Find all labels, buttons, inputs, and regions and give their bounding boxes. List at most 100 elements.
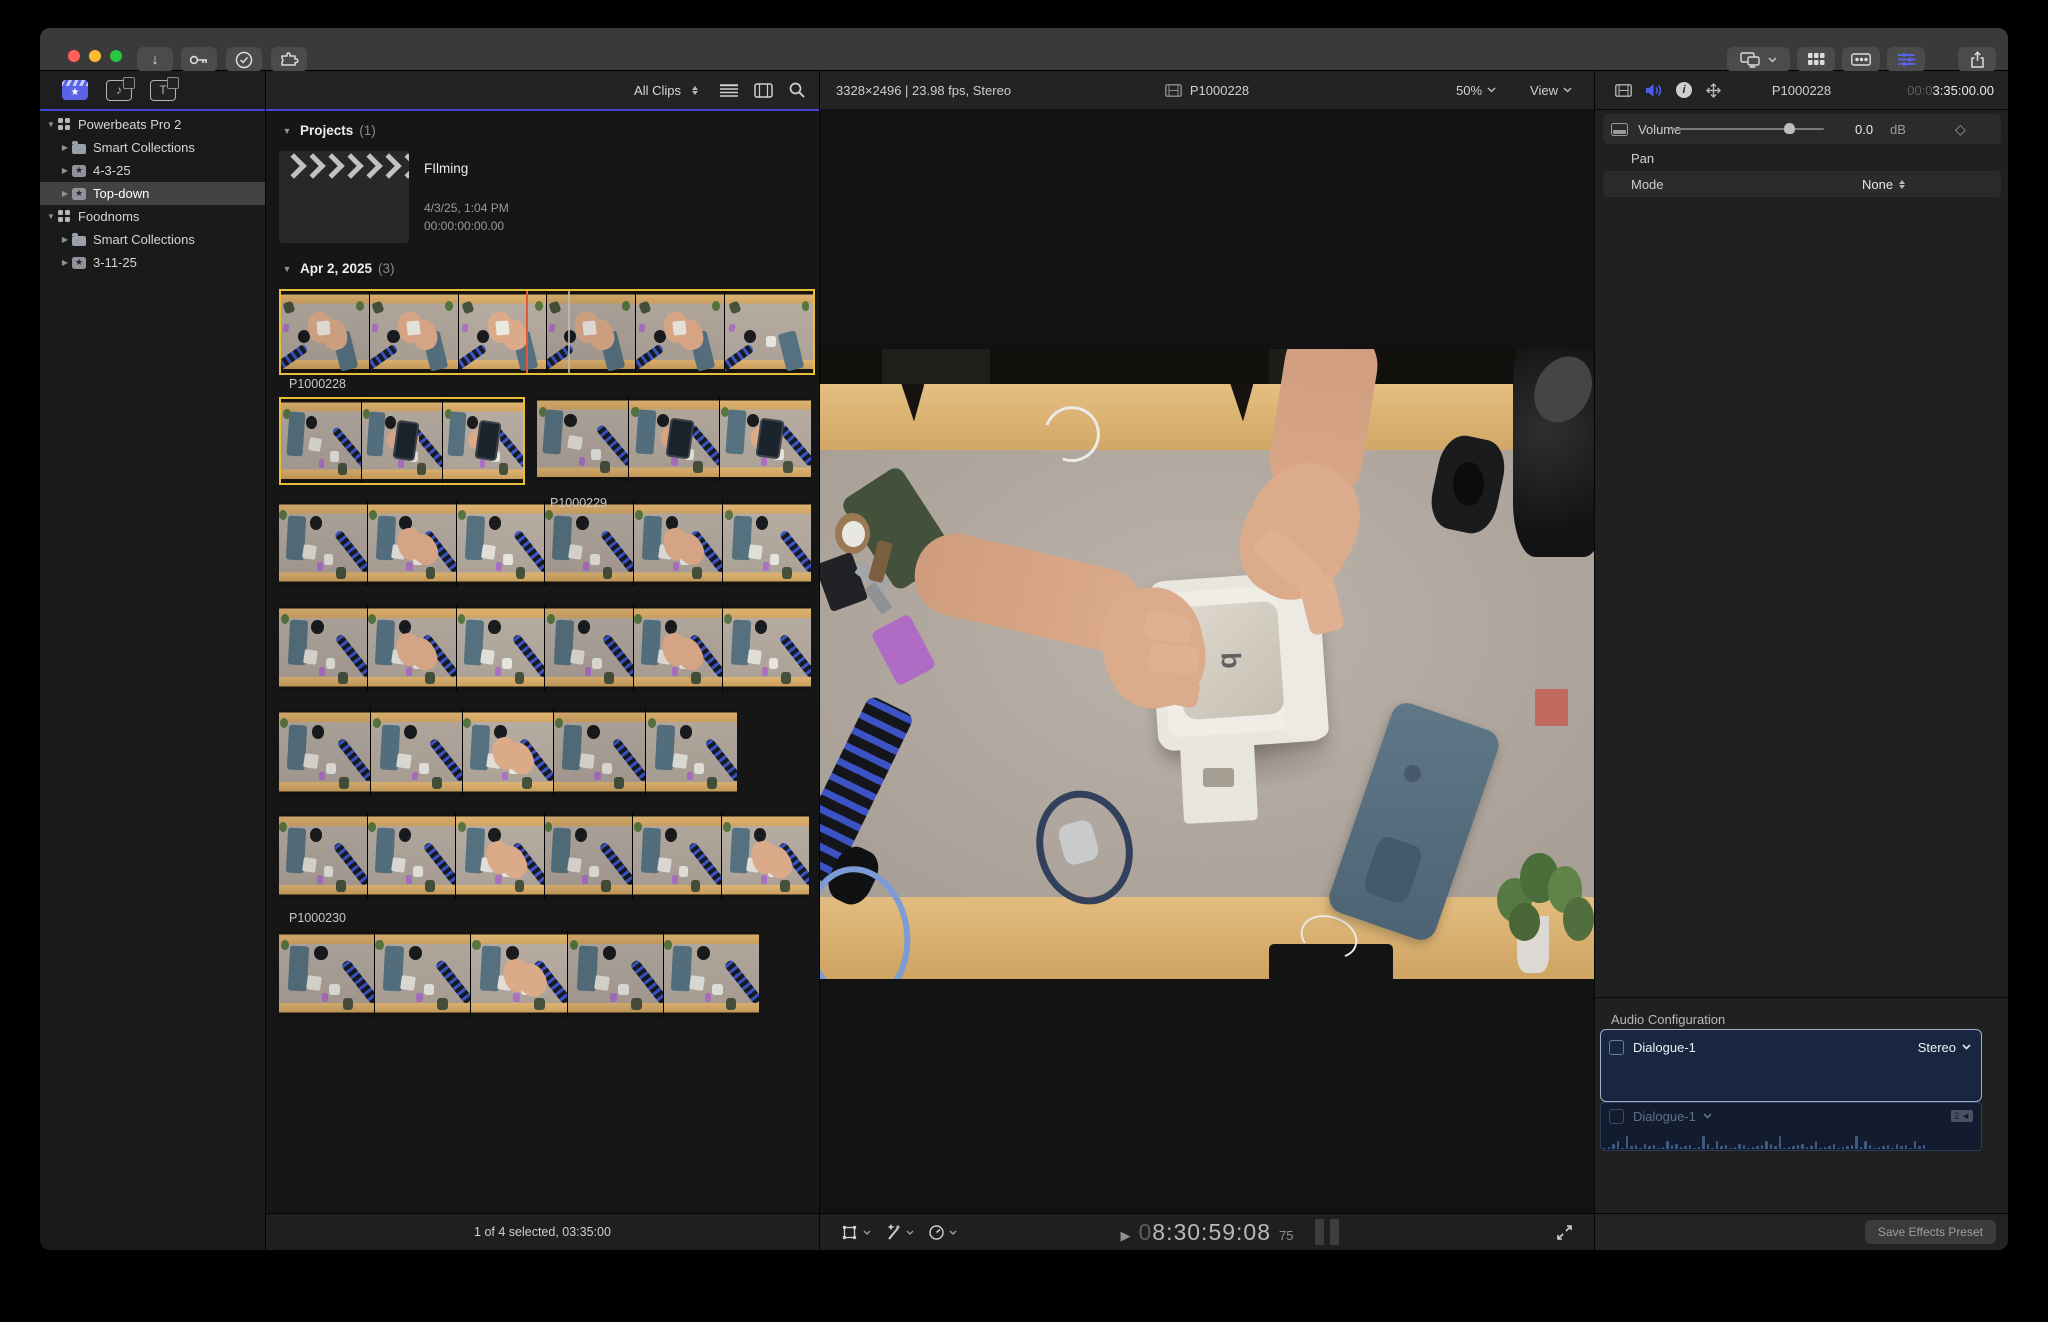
fullscreen-button[interactable] (1551, 1224, 1578, 1241)
zoom-level-dropdown[interactable]: 50% (1450, 82, 1502, 99)
clip-filter-dropdown[interactable]: All Clips (628, 82, 704, 99)
audio-component-selected[interactable]: Dialogue-1 Stereo (1600, 1029, 1982, 1102)
clip-name-label[interactable]: P1000230 (289, 911, 346, 925)
disclosure-triangle[interactable]: ▶ (58, 235, 72, 244)
clip-filmstrip[interactable] (279, 709, 737, 796)
close-button[interactable] (68, 50, 80, 62)
chevron-down-icon[interactable] (1703, 1113, 1712, 1119)
sidebar-item-powerbeats-pro-2[interactable]: ▼Powerbeats Pro 2 (40, 113, 265, 136)
save-effects-preset-button[interactable]: Save Effects Preset (1865, 1220, 1996, 1244)
channel-name: Dialogue-1 (1633, 1109, 1696, 1124)
sidebar-item-4-3-25[interactable]: ▶★4-3-25 (40, 159, 265, 182)
disclosure-triangle[interactable]: ▶ (58, 189, 72, 198)
channel-checkbox[interactable] (1609, 1109, 1624, 1124)
filmstrip-frame (537, 397, 628, 481)
enhancements-dropdown[interactable] (885, 1224, 914, 1240)
sidebar-item-smart-collections[interactable]: ▶Smart Collections (40, 228, 265, 251)
disclosure-triangle[interactable]: ▼ (44, 212, 58, 221)
finger (1148, 643, 1201, 676)
tab-photos-audio[interactable]: ♪ (106, 80, 132, 101)
disclosure-triangle[interactable]: ▼ (280, 126, 294, 136)
list-view-button[interactable] (720, 83, 738, 97)
projects-section-header[interactable]: ▼ Projects (1) (280, 123, 376, 138)
pan-mode-dropdown[interactable]: None (1862, 177, 1905, 192)
sidebar-item-foodnoms[interactable]: ▼Foodnoms (40, 205, 265, 228)
keywords-button[interactable] (181, 47, 217, 72)
tab-titles-generators[interactable]: T (150, 80, 176, 101)
volume-checkbox[interactable] (1611, 123, 1628, 136)
thumb-pods (766, 336, 776, 347)
thumb-purple (495, 667, 501, 676)
clip-filmstrip[interactable] (537, 397, 811, 481)
pan-mode-label: Mode (1631, 177, 1664, 192)
volume-value[interactable]: 0.0 (1855, 122, 1873, 137)
filmstrip-mode-button[interactable] (754, 83, 773, 98)
view-dropdown[interactable]: View (1524, 82, 1578, 99)
clip-filmstrip[interactable] (279, 931, 759, 1017)
volume-slider-thumb[interactable] (1784, 123, 1795, 134)
audio-enhancements-button[interactable] (1887, 47, 1925, 72)
video-frame[interactable]: b (820, 349, 1594, 979)
thumb-green (437, 998, 447, 1010)
titlebar[interactable]: ↓ (40, 28, 2008, 71)
inspector-header: i P1000228 00:03:35:00.00 (1595, 71, 2008, 110)
clips-section-header[interactable]: ▼ Apr 2, 2025 (3) (280, 261, 395, 276)
sidebar-item-3-11-25[interactable]: ▶★3-11-25 (40, 251, 265, 274)
keyframe-diamond-icon[interactable]: ◇ (1955, 121, 1966, 138)
import-media-button[interactable]: ↓ (137, 47, 173, 72)
project-thumbnail[interactable] (279, 151, 409, 243)
project-name[interactable]: FIlming (424, 161, 468, 176)
transform-tool-dropdown[interactable] (842, 1225, 871, 1240)
film-frame-icon (754, 83, 773, 98)
selection-status: 1 of 4 selected, 03:35:00 (474, 1225, 611, 1239)
background-tasks-button[interactable] (226, 47, 262, 72)
clip-filmstrip[interactable] (279, 605, 811, 691)
airtag (842, 521, 865, 547)
minimize-button[interactable] (89, 50, 101, 62)
audio-channel-strip[interactable]: Dialogue-1 2 ◄ (1600, 1102, 1982, 1151)
disclosure-triangle[interactable]: ▶ (58, 143, 72, 152)
disclosure-triangle[interactable]: ▼ (44, 120, 58, 129)
thumb-pods (419, 763, 429, 774)
thumb-purple (502, 772, 508, 781)
clip-filmstrip[interactable] (279, 289, 815, 375)
thumb-pods (592, 658, 602, 669)
search-button[interactable] (789, 82, 805, 98)
thumb-purple (761, 457, 767, 465)
disclosure-triangle[interactable]: ▶ (58, 166, 72, 175)
share-icon (1970, 51, 1985, 68)
inspector-duration: 00:03:35:00.00 (1907, 83, 2008, 98)
share-inspector-icon[interactable] (1705, 82, 1722, 99)
audio-meters[interactable] (1315, 1219, 1339, 1245)
share-button[interactable] (1958, 47, 1996, 72)
clip-name-label[interactable]: P1000229 (550, 496, 607, 510)
channel-format-dropdown[interactable]: Stereo (1918, 1040, 1971, 1055)
component-checkbox[interactable] (1609, 1040, 1624, 1055)
sidebar-item-top-down[interactable]: ▶★Top-down (40, 182, 265, 205)
play-icon[interactable]: ▶ (1121, 1228, 1131, 1244)
volume-slider[interactable] (1670, 128, 1824, 130)
main-area: ★ ♪ T ▼Powerbeats Pro 2▶Smart Collection… (40, 71, 2008, 1250)
clip-filmstrip[interactable] (279, 813, 809, 899)
browser-status-bar: 1 of 4 selected, 03:35:00 (266, 1213, 819, 1250)
thumb-plant (725, 510, 733, 520)
clip-filmstrip[interactable] (279, 397, 525, 485)
output-display-button[interactable] (1727, 47, 1790, 72)
filmstrip-view-button[interactable] (1842, 47, 1880, 72)
browser-grid-button[interactable] (1797, 47, 1835, 72)
thumb-paper (302, 857, 317, 872)
retime-dropdown[interactable] (928, 1224, 957, 1240)
disclosure-triangle[interactable]: ▼ (280, 264, 294, 274)
clip-filmstrip[interactable] (279, 501, 811, 586)
thumb-green (614, 777, 624, 789)
playhead[interactable] (526, 291, 528, 373)
info-inspector-icon[interactable]: i (1676, 82, 1692, 98)
audio-inspector-icon[interactable] (1645, 83, 1663, 98)
video-inspector-icon[interactable] (1615, 84, 1632, 97)
clip-name-label[interactable]: P1000228 (289, 377, 346, 391)
sidebar-item-smart-collections[interactable]: ▶Smart Collections (40, 136, 265, 159)
zoom-button[interactable] (110, 50, 122, 62)
tab-libraries[interactable]: ★ (62, 80, 88, 100)
disclosure-triangle[interactable]: ▶ (58, 258, 72, 267)
extensions-button[interactable] (271, 47, 307, 72)
